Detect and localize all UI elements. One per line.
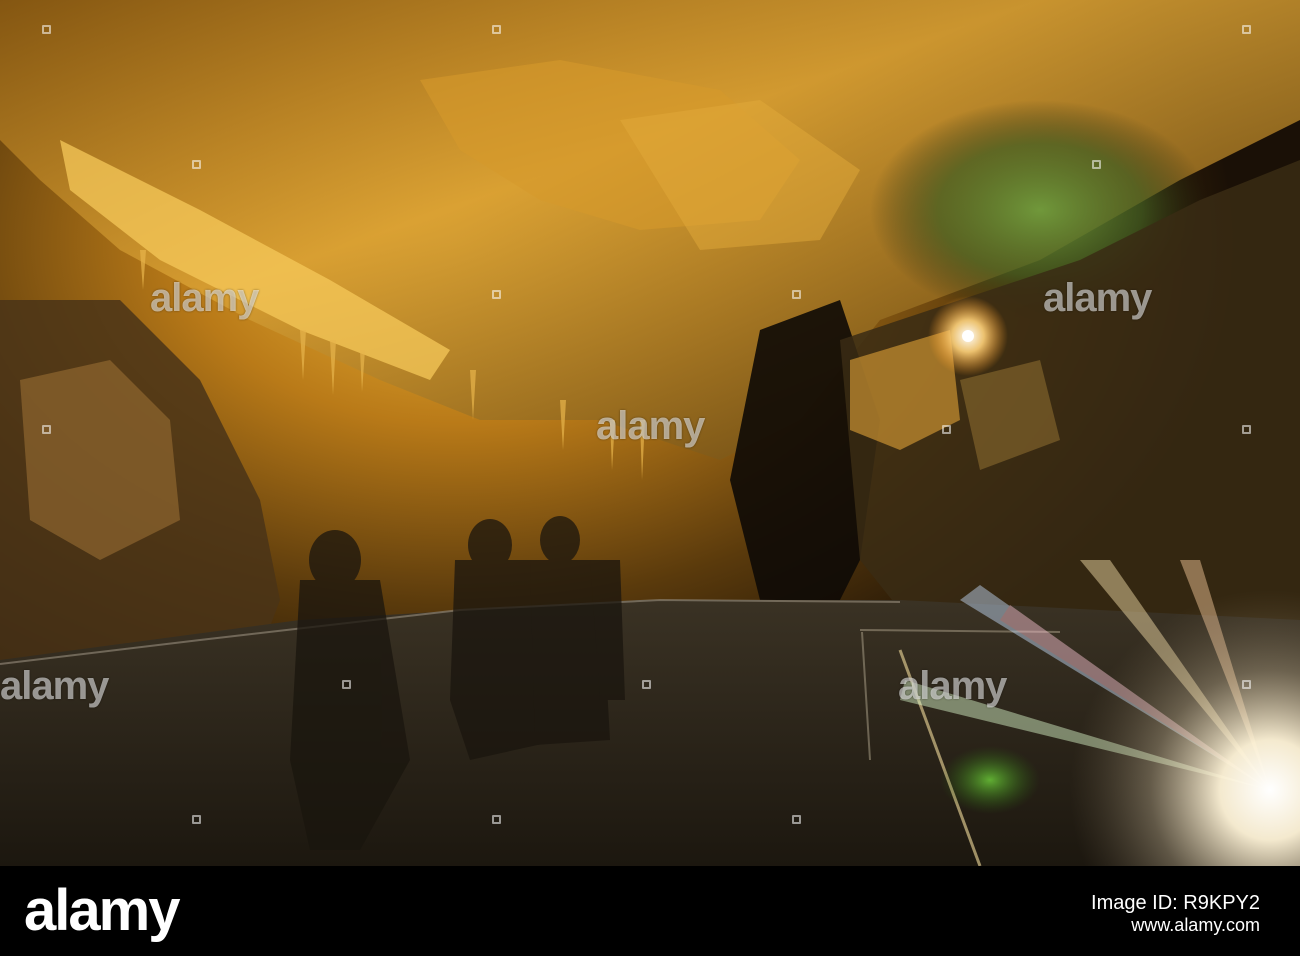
watermark-marker xyxy=(1242,680,1251,689)
stock-photo: alamy alamy alamy alamy alamy xyxy=(0,0,1300,866)
image-id: Image ID: R9KPY2 xyxy=(1091,892,1260,915)
watermark-logo: alamy xyxy=(0,664,109,708)
watermark-marker xyxy=(642,680,651,689)
watermark-marker xyxy=(42,425,51,434)
watermark-marker xyxy=(1092,160,1101,169)
image-meta: Image ID: R9KPY2 www.alamy.com xyxy=(1091,866,1260,956)
alamy-logo: alamy xyxy=(24,878,314,943)
watermark-marker xyxy=(192,815,201,824)
image-id-label: Image ID: xyxy=(1091,892,1178,914)
watermark-marker xyxy=(492,25,501,34)
watermark-marker xyxy=(1242,25,1251,34)
watermark-logo: alamy xyxy=(150,276,259,320)
watermark-logo: alamy xyxy=(898,664,1007,708)
watermark-marker xyxy=(942,425,951,434)
watermark-marker xyxy=(492,815,501,824)
green-lens-spot xyxy=(940,746,1040,814)
watermark-marker xyxy=(792,290,801,299)
watermark-logo: alamy xyxy=(596,404,705,448)
watermark-banner: alamy Image ID: R9KPY2 www.alamy.com xyxy=(0,866,1300,956)
watermark-marker xyxy=(42,25,51,34)
watermark-marker xyxy=(792,815,801,824)
watermark-marker xyxy=(192,160,201,169)
site-url: www.alamy.com xyxy=(1131,915,1260,935)
watermark-marker xyxy=(1242,425,1251,434)
image-id-value: R9KPY2 xyxy=(1183,892,1260,914)
watermark-marker xyxy=(492,290,501,299)
svg-text:alamy: alamy xyxy=(24,880,180,942)
watermark-logo: alamy xyxy=(1043,276,1152,320)
watermark-marker xyxy=(342,680,351,689)
